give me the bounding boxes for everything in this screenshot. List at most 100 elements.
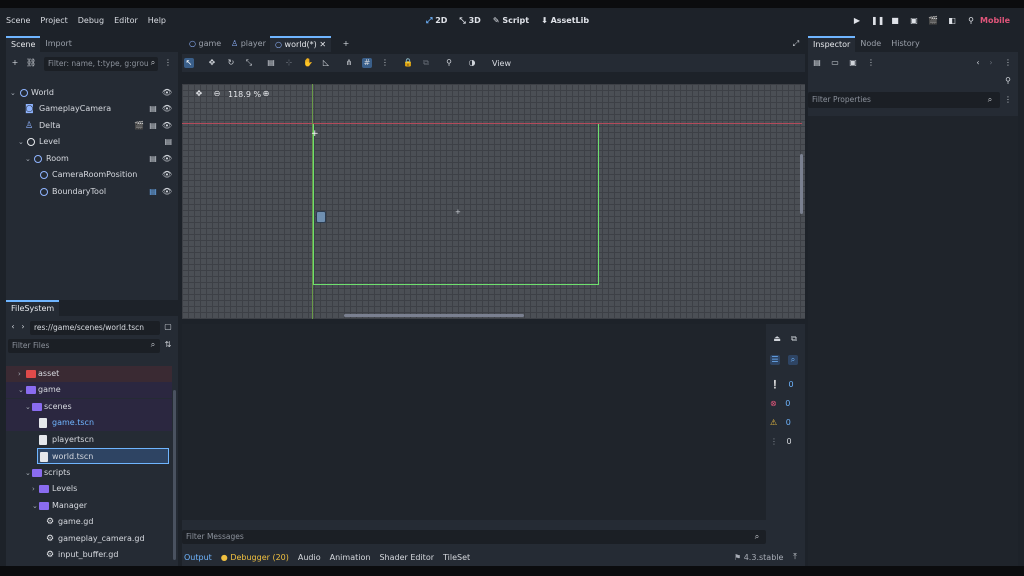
add-tab-icon[interactable]: + bbox=[341, 39, 351, 49]
collapse-icon[interactable]: ⌄ bbox=[25, 399, 31, 415]
select-tool-icon[interactable]: ↖ bbox=[184, 58, 194, 68]
menu-help[interactable]: Help bbox=[148, 16, 166, 25]
visibility-icon[interactable]: 👁 bbox=[162, 101, 172, 117]
zoom-level[interactable]: 118.9 % bbox=[228, 90, 261, 99]
scale-tool-icon[interactable]: ⤡ bbox=[244, 58, 254, 68]
search-icon[interactable]: ⌕ bbox=[788, 355, 798, 365]
zoom-out-icon[interactable]: ⊖ bbox=[212, 89, 222, 99]
tab-history[interactable]: History bbox=[886, 36, 924, 52]
script-icon[interactable]: ▤ bbox=[149, 184, 157, 200]
script-icon[interactable]: ▤ bbox=[149, 118, 157, 134]
version-label[interactable]: ⚑ 4.3.stable bbox=[734, 553, 783, 562]
open-folder-icon[interactable]: ▭ bbox=[830, 58, 840, 68]
visibility-icon[interactable]: 👁 bbox=[162, 151, 172, 167]
pause-icon[interactable]: ❚❚ bbox=[871, 16, 884, 26]
warning-count[interactable]: ⚠ 0 bbox=[770, 415, 800, 431]
script-icon[interactable]: ▤ bbox=[149, 101, 157, 117]
expand-icon[interactable]: › bbox=[32, 481, 35, 497]
tab-animation[interactable]: Animation bbox=[330, 553, 371, 562]
error-count[interactable]: ⊗ 0 bbox=[770, 396, 800, 412]
history-back-icon[interactable]: ‹ bbox=[973, 58, 983, 68]
tab-audio[interactable]: Audio bbox=[298, 553, 321, 562]
move-tool-icon[interactable]: ✥ bbox=[207, 58, 217, 68]
link-icon[interactable]: ⛓ bbox=[26, 58, 36, 68]
output-console[interactable] bbox=[182, 324, 766, 520]
tab-inspector[interactable]: Inspector bbox=[808, 36, 856, 52]
fullscreen-icon[interactable]: ⤢ bbox=[791, 39, 801, 49]
camera-override-icon[interactable]: ◑ bbox=[467, 58, 477, 68]
sort-icon[interactable]: ⇅ bbox=[163, 340, 173, 350]
close-icon[interactable]: ✕ bbox=[319, 40, 326, 49]
folder-scripts[interactable]: ⌄ scripts bbox=[6, 465, 172, 481]
center-view-icon[interactable]: ✥ bbox=[194, 89, 204, 99]
object-settings-icon[interactable]: ⚲ bbox=[1003, 76, 1013, 86]
menu-debug[interactable]: Debug bbox=[78, 16, 104, 25]
ruler-tool-icon[interactable]: ◺ bbox=[321, 58, 331, 68]
expand-icon[interactable]: › bbox=[18, 366, 21, 382]
visibility-icon[interactable]: 👁 bbox=[162, 167, 172, 183]
tree-item-cameraroomposition[interactable]: CameraRoomPosition 👁 bbox=[6, 167, 178, 183]
grid-snap-icon[interactable]: # bbox=[362, 58, 372, 68]
mode-3d-button[interactable]: ⤡ 3D bbox=[459, 16, 480, 26]
file-game-tscn[interactable]: game.tscn bbox=[6, 415, 172, 431]
scene-filter-input[interactable]: Filter: name, t:type, g:grou bbox=[44, 57, 158, 71]
pivot-tool-icon[interactable]: ⊹ bbox=[284, 58, 294, 68]
tab-scene[interactable]: Scene bbox=[6, 36, 41, 52]
menu-scene[interactable]: Scene bbox=[6, 16, 30, 25]
mode-script-button[interactable]: ✎ Script bbox=[493, 16, 529, 26]
tab-filesystem[interactable]: FileSystem bbox=[6, 300, 60, 316]
stop-icon[interactable]: ■ bbox=[890, 16, 900, 26]
tab-shader-editor[interactable]: Shader Editor bbox=[379, 553, 434, 562]
horizontal-scrollbar[interactable] bbox=[344, 314, 524, 317]
history-forward-icon[interactable]: › bbox=[986, 58, 996, 68]
tab-node[interactable]: Node bbox=[855, 36, 886, 52]
tab-debugger[interactable]: ● Debugger (20) bbox=[221, 553, 289, 562]
clear-output-icon[interactable]: ⏏ bbox=[772, 334, 782, 344]
file-game-gd[interactable]: ⚙ game.gd bbox=[6, 514, 172, 530]
tree-item-room[interactable]: ⌄ Room ▤ 👁 bbox=[6, 151, 178, 167]
folder-asset[interactable]: › asset bbox=[6, 366, 172, 382]
folder-scenes[interactable]: ⌄ scenes bbox=[6, 399, 172, 415]
play-scene-icon[interactable]: 🎬 bbox=[928, 16, 938, 26]
log-count[interactable]: ❕ 0 bbox=[770, 377, 800, 393]
folder-game[interactable]: ⌄ game bbox=[6, 382, 172, 398]
selectable-nodes-icon[interactable]: ▤ bbox=[266, 58, 276, 68]
bone-icon[interactable]: ⚲ bbox=[444, 58, 454, 68]
group-icon[interactable]: ⧉ bbox=[421, 58, 431, 68]
editor-message-count[interactable]: ⋮ 0 bbox=[770, 434, 800, 450]
expand-panel-icon[interactable]: ⤒ bbox=[790, 552, 800, 562]
rotate-tool-icon[interactable]: ↻ bbox=[226, 58, 236, 68]
script-icon[interactable]: ▤ bbox=[149, 151, 157, 167]
tab-tileset[interactable]: TileSet bbox=[443, 553, 470, 562]
vertical-scrollbar[interactable] bbox=[800, 154, 803, 214]
forward-icon[interactable]: › bbox=[18, 322, 28, 332]
split-view-icon[interactable]: ▢ bbox=[163, 322, 173, 332]
player-sprite[interactable] bbox=[316, 211, 326, 223]
back-icon[interactable]: ‹ bbox=[8, 322, 18, 332]
tab-game[interactable]: ○ game bbox=[184, 36, 226, 52]
smart-snap-icon[interactable]: ⋔ bbox=[344, 58, 354, 68]
file-input-buffer-gd[interactable]: ⚙ input_buffer.gd bbox=[6, 547, 172, 563]
menu-editor[interactable]: Editor bbox=[114, 16, 138, 25]
pan-tool-icon[interactable]: ✋ bbox=[303, 58, 313, 68]
more-icon[interactable]: ⋮ bbox=[163, 58, 173, 68]
tab-world[interactable]: ○ world(*) ✕ bbox=[270, 36, 332, 52]
more-icon[interactable]: ⋮ bbox=[866, 58, 876, 68]
filter-messages-input[interactable]: Filter Messages bbox=[182, 530, 766, 544]
path-field[interactable]: res://game/scenes/world.tscn bbox=[30, 321, 160, 335]
file-gameplay-camera-gd[interactable]: ⚙ gameplay_camera.gd bbox=[6, 531, 172, 547]
play-custom-icon[interactable]: ◧ bbox=[947, 16, 957, 26]
tab-player[interactable]: ♙ player bbox=[226, 36, 271, 52]
menu-project[interactable]: Project bbox=[40, 16, 67, 25]
collapse-icon[interactable]: ⌄ bbox=[25, 151, 31, 167]
collapse-icon[interactable]: ⌄ bbox=[32, 498, 38, 514]
scrollbar[interactable] bbox=[173, 390, 176, 560]
tree-item-delta[interactable]: ♙ Delta 🎬 ▤ 👁 bbox=[6, 118, 178, 134]
tab-import[interactable]: Import bbox=[40, 36, 77, 52]
save-icon[interactable]: ▣ bbox=[848, 58, 858, 68]
renderer-select[interactable]: Mobile bbox=[980, 16, 1010, 25]
folder-manager[interactable]: ⌄ Manager bbox=[6, 498, 172, 514]
collapse-icon[interactable]: ⌄ bbox=[18, 382, 24, 398]
remote-debug-icon[interactable]: ▣ bbox=[909, 16, 919, 26]
collapse-icon[interactable]: ⌄ bbox=[18, 134, 24, 150]
